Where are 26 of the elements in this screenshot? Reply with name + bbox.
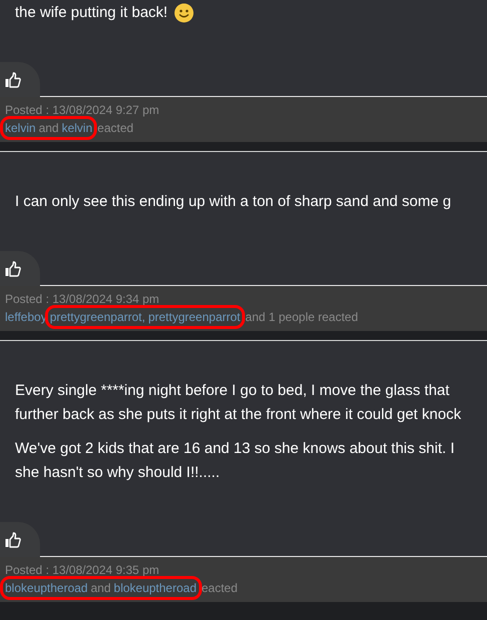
- post-date: Posted : 13/08/2024 9:35 pm: [5, 562, 160, 579]
- reaction-text: eacted: [202, 580, 238, 597]
- reaction-text: eacted: [97, 120, 134, 137]
- reaction-user-link[interactable]: leffeboy: [5, 308, 47, 326]
- post-text: We've got 2 kids that are 16 and 13 so she knows about this shit. I she hasn't so why should I!!.....: [15, 439, 455, 483]
- smiley-icon: [174, 3, 194, 23]
- reaction-text: and: [90, 580, 111, 597]
- thumbs-up-icon: [5, 260, 21, 276]
- reaction-user-link[interactable]: kelvin: [5, 119, 36, 137]
- post-text: Every single ****ing night before I go to bed, I move the glass that further back as she puts it right at the front where it could get knock: [15, 381, 462, 425]
- post-date: Posted : 13/08/2024 9:27 pm: [5, 102, 160, 119]
- reaction-user-link[interactable]: prettygreenparrot,: [50, 308, 146, 326]
- like-button[interactable]: [0, 251, 40, 286]
- thumbs-up-icon: [5, 532, 21, 548]
- reaction-user-link[interactable]: blokeuptheroad: [114, 579, 196, 597]
- reaction-user-link[interactable]: prettygreenparrot: [148, 308, 240, 326]
- like-button[interactable]: [0, 522, 40, 557]
- post-text: the wife putting it back!: [15, 3, 168, 23]
- reaction-user-link[interactable]: kelvin: [62, 119, 92, 137]
- reaction-text: and 1 people reacted: [245, 309, 358, 326]
- post-date: Posted : 13/08/2024 9:34 pm: [5, 291, 160, 308]
- reaction-user-link[interactable]: blokeuptheroad: [5, 579, 88, 597]
- like-button[interactable]: [0, 62, 40, 97]
- post-text: I can only see this ending up with a ton of sharp sand and some g: [15, 192, 452, 212]
- reaction-text: and: [38, 120, 59, 137]
- thumbs-up-icon: [5, 72, 21, 88]
